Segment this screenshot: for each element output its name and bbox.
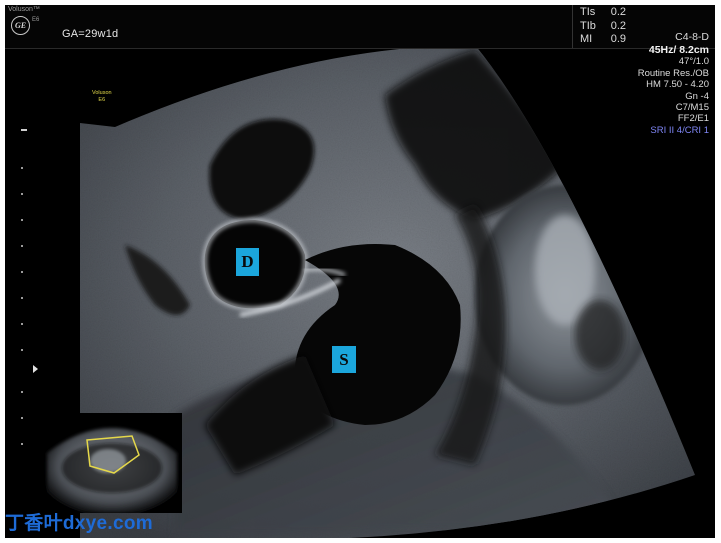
depth-tick <box>21 417 23 419</box>
depth-tick <box>21 271 23 273</box>
header-bar: Voluson™ GE E6 GA=29w1d TIs 0.2 TIb 0.2 … <box>5 5 715 49</box>
marker-s: S <box>332 346 356 373</box>
depth-tick <box>21 219 23 221</box>
header-divider <box>572 5 573 48</box>
harmonic-param: HM 7.50 - 4.20 <box>646 79 709 91</box>
depth-tick <box>21 443 23 445</box>
depth-tick <box>21 349 23 351</box>
brand-label: Voluson™ <box>8 6 40 13</box>
index-value: 0.9 <box>610 33 626 45</box>
watermark-cn: 丁香叶 <box>5 513 63 534</box>
mini-brand: Voluson <box>92 90 112 96</box>
filter-param: FF2/E1 <box>677 113 709 125</box>
depth-tick <box>21 245 23 247</box>
probe-label: C4-8-D <box>675 31 709 43</box>
mini-brand-label: Voluson E6 <box>92 90 112 104</box>
ultrasound-screen: Voluson™ GE E6 GA=29w1d TIs 0.2 TIb 0.2 … <box>5 5 715 538</box>
gain-param: Gn -4 <box>685 90 709 102</box>
angle-param: 47°/1.0 <box>678 56 709 68</box>
frame-depth: 45Hz/ 8.2cm <box>648 44 709 56</box>
depth-tick <box>21 323 23 325</box>
index-label: MI <box>580 33 593 45</box>
depth-tick-major <box>21 129 27 131</box>
index-row: TIb 0.2 <box>580 20 626 34</box>
depth-tick <box>21 391 23 393</box>
depth-tick <box>21 193 23 195</box>
ge-logo-icon: GE <box>11 16 30 35</box>
index-label: TIs <box>580 6 596 18</box>
mini-model: E6 <box>98 97 106 103</box>
reference-thumbnail <box>42 413 182 513</box>
sri-param: SRI II 4/CRI 1 <box>650 124 709 136</box>
depth-scale <box>21 129 38 445</box>
preset-param: Routine Res./OB <box>637 67 709 79</box>
index-value: 0.2 <box>610 19 626 32</box>
focus-marker-icon <box>33 365 38 373</box>
watermark-en: dxye.com <box>62 513 153 534</box>
model-label: E6 <box>32 17 40 23</box>
index-row: MI 0.9 <box>580 33 626 47</box>
depth-tick <box>21 297 23 299</box>
watermark: 丁香叶dxye.com <box>5 510 153 538</box>
left-gutter <box>0 55 5 533</box>
index-row: TIs 0.2 <box>580 6 626 20</box>
index-value: 0.2 <box>610 6 626 18</box>
depth-tick <box>21 167 23 169</box>
gestational-age: GA=29w1d <box>62 28 119 40</box>
safety-indices: TIs 0.2 TIb 0.2 MI 0.9 <box>580 6 626 47</box>
marker-d: D <box>236 248 259 276</box>
map-param: C7/M15 <box>675 102 709 114</box>
scan-parameters: 45Hz/ 8.2cm 47°/1.0 Routine Res./OB HM 7… <box>637 44 709 136</box>
index-label: TIb <box>580 19 596 32</box>
